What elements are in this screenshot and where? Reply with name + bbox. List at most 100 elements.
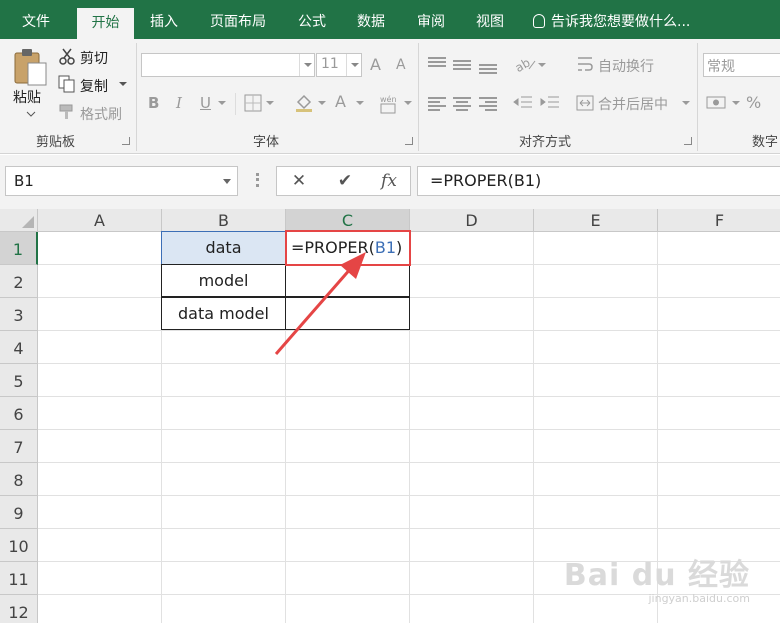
font-color-button[interactable]: A [335, 92, 346, 111]
paste-icon[interactable] [12, 47, 48, 89]
column-header-f[interactable]: F [658, 209, 780, 232]
merge-dropdown-icon[interactable] [682, 101, 690, 106]
select-all-button[interactable] [0, 209, 38, 232]
tab-review[interactable]: 审阅 [404, 0, 458, 39]
clipboard-launcher-icon[interactable] [122, 137, 130, 145]
name-box-value: B1 [14, 172, 34, 190]
borders-icon[interactable] [244, 94, 262, 112]
currency-icon[interactable] [706, 94, 728, 112]
insert-function-icon[interactable]: fx [369, 167, 409, 195]
ribbon-tab-bar: 文件 开始 插入 页面布局 公式 数据 审阅 视图 告诉我您想要做什么... [0, 0, 780, 39]
gridline [38, 495, 780, 496]
row-header-6[interactable]: 6 [0, 397, 38, 430]
fill-color-icon[interactable] [294, 93, 314, 113]
row-header-4[interactable]: 4 [0, 331, 38, 364]
row-header-5[interactable]: 5 [0, 364, 38, 397]
number-format-combo[interactable]: 常规 [703, 53, 780, 77]
name-box[interactable]: B1 [5, 166, 238, 196]
chevron-down-icon[interactable] [223, 179, 231, 184]
enter-icon[interactable]: ✔ [325, 167, 365, 195]
borders-dropdown-icon[interactable] [266, 101, 274, 106]
row-header-2[interactable]: 2 [0, 265, 38, 298]
formula-bar-grip[interactable] [256, 173, 259, 187]
align-left-icon[interactable] [428, 95, 446, 113]
align-bottom-icon[interactable] [479, 62, 497, 76]
watermark-brand: Bai du 经验 [563, 558, 750, 593]
baidu-watermark: Bai du 经验 jingyan.baidu.com [564, 550, 750, 605]
tell-me-box[interactable]: 告诉我您想要做什么... [533, 0, 690, 39]
bold-button[interactable]: B [148, 94, 159, 112]
wrap-text-icon [578, 57, 593, 71]
paste-button[interactable]: 粘贴 [13, 87, 41, 107]
tab-insert[interactable]: 插入 [138, 0, 190, 39]
decrease-indent-icon[interactable] [513, 94, 533, 112]
gridline [38, 363, 780, 364]
merge-center-button[interactable]: 合并后居中 [598, 94, 668, 114]
tab-home[interactable]: 开始 [77, 8, 134, 39]
formula-buttons: ✕ ✔ fx [276, 166, 411, 196]
format-painter-icon [59, 104, 73, 119]
copy-button[interactable]: 复制 [80, 76, 108, 96]
grow-font-button[interactable]: A [370, 55, 381, 74]
group-divider [235, 93, 236, 115]
alignment-launcher-icon[interactable] [684, 137, 692, 145]
column-header-d[interactable]: D [410, 209, 534, 232]
column-header-b[interactable]: B [162, 209, 286, 232]
fill-dropdown-icon[interactable] [318, 101, 326, 106]
number-format-value: 常规 [707, 59, 735, 75]
underline-button[interactable]: U [200, 94, 211, 112]
orientation-dropdown-icon[interactable] [538, 63, 546, 68]
tab-file[interactable]: 文件 [8, 0, 64, 39]
svg-text:wén: wén [380, 94, 397, 104]
tab-view[interactable]: 视图 [463, 0, 517, 39]
gridline [533, 232, 534, 623]
cell-b1[interactable]: data [161, 231, 286, 265]
cell-b2[interactable]: model [161, 264, 286, 297]
paste-dropdown-icon[interactable] [26, 111, 36, 117]
font-color-dropdown-icon[interactable] [356, 101, 364, 106]
wrap-text-button[interactable]: 自动换行 [598, 56, 654, 76]
underline-dropdown-icon[interactable] [218, 101, 226, 106]
chevron-down-icon[interactable] [299, 54, 314, 76]
tab-data[interactable]: 数据 [344, 0, 398, 39]
row-header-1[interactable]: 1 [0, 232, 38, 265]
column-header-c[interactable]: C [286, 209, 410, 232]
cancel-icon[interactable]: ✕ [279, 167, 319, 195]
row-header-12[interactable]: 12 [0, 595, 38, 623]
align-right-icon[interactable] [479, 95, 497, 113]
font-launcher-icon[interactable] [405, 137, 413, 145]
italic-button[interactable]: I [176, 94, 182, 112]
chevron-down-icon[interactable] [346, 54, 361, 76]
format-painter-button[interactable]: 格式刷 [80, 104, 122, 124]
tab-formulas[interactable]: 公式 [285, 0, 339, 39]
cut-button[interactable]: 剪切 [80, 48, 108, 68]
tab-page-layout[interactable]: 页面布局 [199, 0, 277, 39]
currency-dropdown-icon[interactable] [732, 101, 740, 106]
font-size-value: 11 [321, 56, 339, 72]
row-header-7[interactable]: 7 [0, 430, 38, 463]
row-header-8[interactable]: 8 [0, 463, 38, 496]
row-header-9[interactable]: 9 [0, 496, 38, 529]
tell-me-text: 告诉我您想要做什么... [551, 14, 691, 30]
font-name-combo[interactable] [141, 53, 315, 77]
font-size-combo[interactable]: 11 [316, 53, 362, 77]
shrink-font-button[interactable]: A [396, 57, 406, 73]
align-center-icon[interactable] [453, 95, 471, 113]
group-divider [697, 43, 698, 151]
percent-button[interactable]: % [746, 93, 761, 112]
align-top-icon[interactable] [428, 55, 446, 69]
formula-input[interactable]: =PROPER(B1) [417, 166, 780, 196]
phonetic-dropdown-icon[interactable] [404, 101, 412, 106]
align-middle-icon[interactable] [453, 58, 471, 72]
cell-b3[interactable]: data model [161, 297, 286, 330]
increase-indent-icon[interactable] [540, 94, 560, 112]
phonetic-icon[interactable]: wén [378, 93, 400, 115]
column-header-a[interactable]: A [38, 209, 162, 232]
copy-dropdown-icon[interactable] [119, 82, 127, 87]
font-group-label: 字体 [253, 135, 280, 150]
row-header-11[interactable]: 11 [0, 562, 38, 595]
orientation-icon[interactable]: ab [515, 55, 537, 73]
row-header-3[interactable]: 3 [0, 298, 38, 331]
row-header-10[interactable]: 10 [0, 529, 38, 562]
column-header-e[interactable]: E [534, 209, 658, 232]
